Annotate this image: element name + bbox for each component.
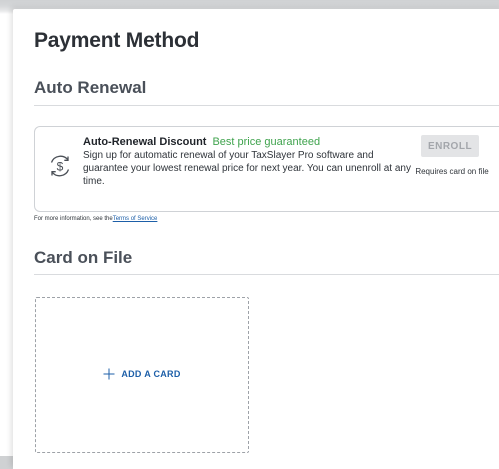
best-price-badge: Best price guaranteed [212,136,321,148]
renewal-description: Sign up for automatic renewal of your Ta… [83,150,411,187]
terms-of-service-link[interactable]: Terms of Service [113,216,158,222]
renewal-heading: Auto-Renewal Discount Best price guarante… [83,136,320,148]
terms-info-line: For more information, see theTerms of Se… [34,216,157,222]
card-on-file-divider [34,274,499,275]
add-card-tile[interactable]: ADD A CARD [35,297,249,453]
renewal-heading-title: Auto-Renewal Discount [83,136,207,148]
payment-method-panel: Payment Method Auto Renewal $ Auto-Renew… [13,9,499,469]
terms-info-prefix: For more information, see the [34,216,113,222]
auto-renewal-divider [34,105,499,106]
svg-text:$: $ [57,160,64,174]
add-card-content[interactable]: ADD A CARD [36,368,248,380]
enroll-requirement-note: Requires card on file [415,167,489,176]
auto-renewal-card: $ Auto-Renewal Discount Best price guaran… [34,126,499,212]
plus-icon [103,368,115,380]
card-on-file-section-title: Card on File [34,248,133,267]
dollar-refresh-icon: $ [50,155,70,177]
page-title: Payment Method [34,29,200,52]
add-card-label[interactable]: ADD A CARD [121,369,180,379]
enroll-button[interactable]: ENROLL [421,135,479,157]
auto-renewal-section-title: Auto Renewal [34,78,147,97]
